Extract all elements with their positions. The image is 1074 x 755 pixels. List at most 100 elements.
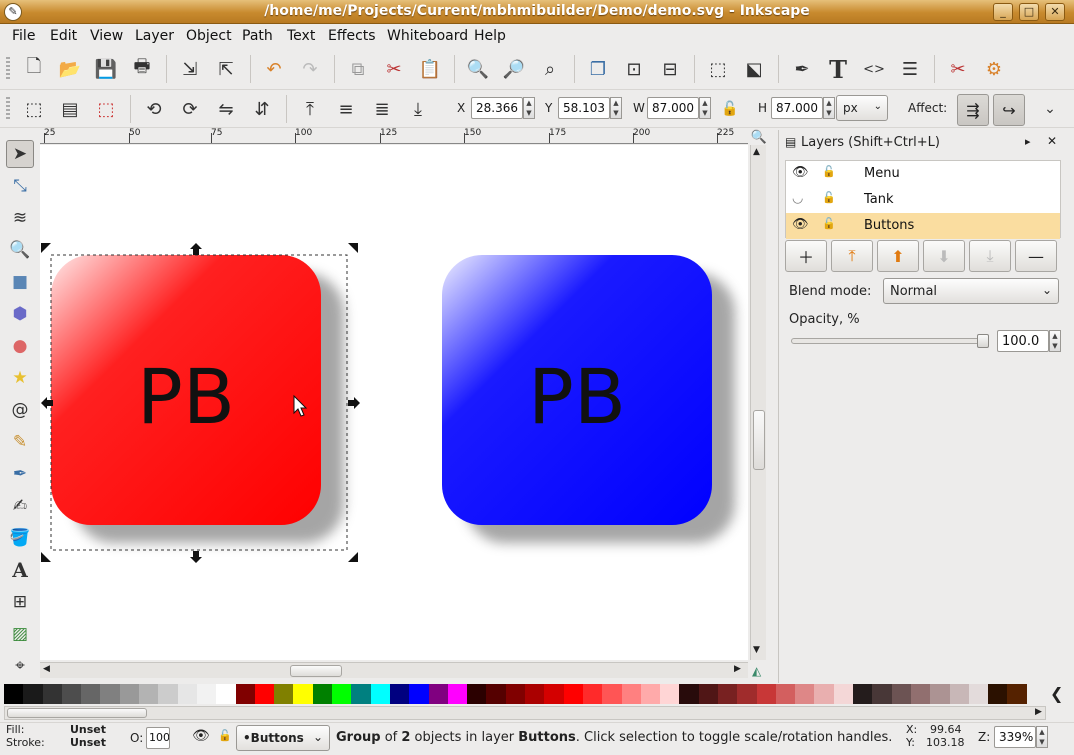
calligraphy-tool-icon[interactable]: ✍ (6, 492, 34, 520)
zoom-spinner[interactable]: ▲ ▼ (1036, 726, 1048, 748)
toolbar-grip[interactable] (6, 97, 10, 121)
scale-handle-bottom[interactable] (190, 551, 202, 563)
vertical-scroll-thumb[interactable] (753, 410, 765, 470)
save-icon[interactable]: 💾 (92, 55, 120, 83)
color-swatch[interactable] (486, 684, 506, 704)
layer-visibility-icon[interactable]: 👁 (192, 728, 210, 744)
color-swatch[interactable] (717, 684, 738, 704)
flip-vertical-icon[interactable]: ⇵ (248, 95, 276, 123)
select-all-icon[interactable]: ⬚ (20, 95, 48, 123)
horizontal-scrollbar[interactable]: ◀ ▶ (40, 662, 748, 678)
color-swatch[interactable] (119, 684, 140, 704)
color-swatch[interactable] (1007, 684, 1027, 704)
y-spinner[interactable]: ▲ ▼ (610, 97, 622, 119)
y-input[interactable]: 58.103 (558, 97, 610, 119)
document-properties-icon[interactable]: ⚙ (980, 55, 1008, 83)
pen-tool-icon[interactable]: ✒ (6, 460, 34, 488)
color-swatch[interactable] (737, 684, 757, 704)
w-spinner[interactable]: ▲ ▼ (699, 97, 711, 119)
h-spinner[interactable]: ▲ ▼ (823, 97, 835, 119)
raise-icon[interactable]: ≡ (332, 95, 360, 123)
color-swatch[interactable] (988, 684, 1008, 704)
color-swatch[interactable] (949, 684, 969, 704)
import-icon[interactable]: ⇲ (176, 55, 204, 83)
toolbar-overflow-icon[interactable]: ⌄ (1036, 95, 1064, 123)
deselect-icon[interactable]: ⬚ (92, 95, 120, 123)
x-spinner[interactable]: ▲ ▼ (523, 97, 535, 119)
blend-mode-select[interactable]: Normal ⌄ (883, 278, 1059, 304)
rotate-ccw-icon[interactable]: ⟲ (140, 95, 168, 123)
color-swatch[interactable] (196, 684, 217, 704)
scroll-right-icon[interactable]: ▶ (1035, 707, 1042, 717)
connector-tool-icon[interactable]: ⊞ (6, 588, 34, 616)
color-swatch[interactable] (756, 684, 776, 704)
print-icon[interactable]: 🖶 (128, 55, 156, 83)
toolbar-grip[interactable] (6, 57, 10, 81)
group-icon[interactable]: ⬚ (704, 55, 732, 83)
menu-effects[interactable]: Effects (328, 28, 376, 44)
color-swatch[interactable] (447, 684, 468, 704)
unit-select[interactable]: px ⌄ (836, 95, 888, 121)
dropper-tool-icon[interactable]: ⌖ (6, 652, 34, 680)
open-folder-icon[interactable]: 📂 (56, 55, 84, 83)
color-swatch[interactable] (254, 684, 275, 704)
scale-handle-right[interactable] (348, 397, 360, 409)
color-swatch[interactable] (582, 684, 603, 704)
x-input[interactable]: 28.366 (471, 97, 523, 119)
color-swatch[interactable] (602, 684, 622, 704)
scale-handle-bottom-left[interactable] (41, 552, 51, 562)
color-swatch[interactable] (4, 684, 24, 704)
scroll-down-icon[interactable]: ▼ (753, 645, 760, 655)
fill-value[interactable]: Unset (70, 723, 106, 736)
color-swatch[interactable] (872, 684, 892, 704)
color-swatch[interactable] (853, 684, 873, 704)
palette-scrollbar[interactable]: ▶ (4, 706, 1046, 720)
color-swatch[interactable] (679, 684, 699, 704)
redo-icon[interactable]: ↷ (296, 55, 324, 83)
paint-bucket-tool-icon[interactable]: 🪣 (6, 524, 34, 552)
tweak-tool-icon[interactable]: ≋ (6, 204, 34, 232)
layer-row-tank[interactable]: ◡ 🔓 Tank (786, 187, 1060, 213)
undo-icon[interactable]: ↶ (260, 55, 288, 83)
minimize-button[interactable]: _ (993, 3, 1013, 21)
w-input[interactable]: 87.000 (647, 97, 699, 119)
horizontal-ruler[interactable]: 25 50 75 100 125 150 175 200 225 (40, 128, 748, 144)
lower-layer-to-bottom-button[interactable]: ⤓ (969, 240, 1011, 272)
unlock-icon[interactable]: 🔓 (822, 217, 836, 230)
add-layer-button[interactable]: ＋ (785, 240, 827, 272)
color-swatch[interactable] (640, 684, 661, 704)
color-swatch[interactable] (525, 684, 545, 704)
color-swatch[interactable] (293, 684, 313, 704)
menu-whiteboard[interactable]: Whiteboard (387, 28, 468, 44)
pencil-tool-icon[interactable]: ✎ (6, 428, 34, 456)
color-swatch[interactable] (775, 684, 796, 704)
color-management-icon[interactable]: ◭ (752, 664, 761, 678)
affect-corners-button[interactable]: ↪ (993, 94, 1025, 126)
color-swatch[interactable] (216, 684, 236, 704)
cut-icon[interactable]: ✂ (380, 55, 408, 83)
affect-stroke-button[interactable]: ⇶ (957, 94, 989, 126)
scroll-up-icon[interactable]: ▲ (753, 147, 760, 157)
unlink-clone-icon[interactable]: ⊟ (656, 55, 684, 83)
color-swatch[interactable] (409, 684, 429, 704)
scale-handle-bottom-right[interactable] (348, 552, 358, 562)
color-swatch[interactable] (544, 684, 564, 704)
text-font-icon[interactable]: T (824, 55, 852, 84)
raise-layer-to-top-button[interactable]: ⤒ (831, 240, 873, 272)
raise-to-top-icon[interactable]: ⤒ (296, 95, 324, 123)
selector-tool-icon[interactable]: ➤ (6, 140, 34, 168)
opacity-slider-track[interactable] (791, 338, 989, 344)
ellipse-tool-icon[interactable]: ● (6, 332, 34, 360)
color-swatch[interactable] (81, 684, 101, 704)
lower-layer-button[interactable]: ⬇ (923, 240, 965, 272)
color-swatch[interactable] (563, 684, 583, 704)
scroll-left-icon[interactable]: ◀ (43, 664, 50, 674)
color-swatch[interactable] (235, 684, 255, 704)
color-swatch[interactable] (660, 684, 680, 704)
eye-open-icon[interactable]: 👁 (792, 165, 809, 180)
color-swatch[interactable] (467, 684, 487, 704)
menu-edit[interactable]: Edit (50, 28, 77, 44)
align-distribute-icon[interactable]: ☰ (896, 55, 924, 83)
color-swatch[interactable] (930, 684, 950, 704)
xml-editor-icon[interactable]: <> (860, 55, 888, 83)
